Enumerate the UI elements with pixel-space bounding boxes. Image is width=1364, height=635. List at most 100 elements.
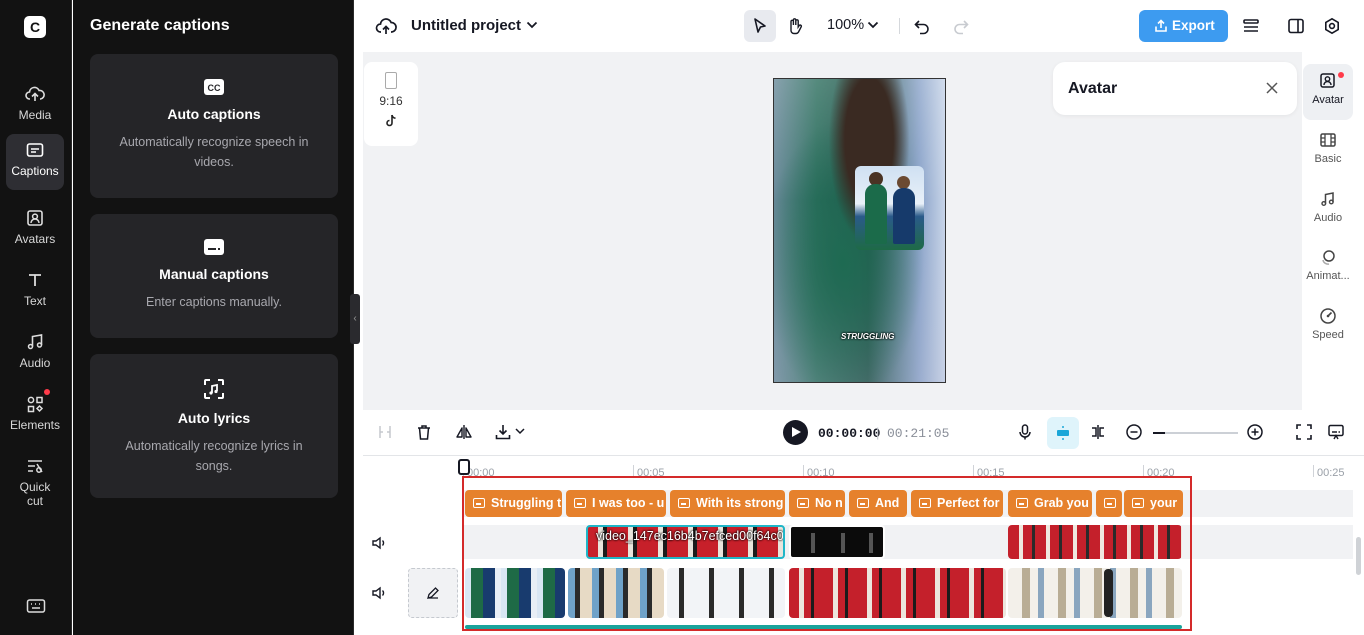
timeline-scrollbar[interactable] [1356, 537, 1361, 575]
timeline-toolbar: 00:00:00 | 00:21:05 [363, 410, 1364, 456]
split-clip-icon[interactable] [1089, 423, 1107, 441]
card-description: Automatically recognize speech in videos… [119, 135, 309, 169]
avatar-panel: Avatar [1053, 62, 1297, 115]
split-disabled-icon[interactable] [376, 423, 394, 441]
hand-icon [779, 17, 811, 35]
caption-preview-icon[interactable] [1327, 423, 1345, 441]
play-button[interactable] [783, 420, 808, 445]
keyboard-icon[interactable] [26, 598, 46, 614]
microphone-icon[interactable] [1016, 423, 1034, 441]
divider [899, 18, 900, 34]
tool-audio[interactable]: Audio [1303, 182, 1353, 238]
redo-button[interactable] [945, 10, 977, 42]
aspect-ratio-label: 9:16 [379, 94, 403, 108]
avatar-add-icon [1303, 72, 1353, 90]
cloud-upload-icon [6, 84, 64, 104]
layers-icon [1235, 17, 1267, 35]
phone-icon [385, 72, 397, 89]
manual-captions-card[interactable]: Manual captions Enter captions manually. [90, 214, 338, 338]
captions-icon [6, 140, 64, 160]
tool-speed[interactable]: Speed [1303, 299, 1353, 355]
person-body [865, 184, 887, 244]
app-logo[interactable]: C [24, 16, 46, 38]
card-title: Manual captions [159, 266, 269, 282]
app-root: C Media Captions Avatars Text Audio Elem… [0, 0, 1364, 635]
magnet-icon [1054, 424, 1072, 442]
left-rail: C Media Captions Avatars Text Audio Elem… [0, 0, 72, 635]
download-icon[interactable] [494, 423, 512, 441]
chevron-down-icon[interactable] [515, 428, 525, 435]
video-frame-image[interactable] [855, 166, 924, 250]
rail-item-text[interactable]: Text [6, 264, 64, 320]
flip-icon[interactable] [455, 423, 473, 441]
timeline[interactable]: 00:00 00:05 00:10 00:15 00:20 00:25 Stru… [363, 457, 1364, 635]
fullscreen-icon[interactable] [1295, 423, 1313, 441]
cloud-save-icon[interactable] [375, 16, 397, 36]
settings-button[interactable] [1316, 10, 1348, 42]
tool-avatar[interactable]: Avatar [1303, 64, 1353, 120]
selection-highlight [462, 476, 1192, 631]
tool-animation[interactable]: Animat... [1303, 240, 1353, 296]
zoom-out-icon[interactable] [1125, 423, 1143, 441]
close-icon[interactable] [1265, 81, 1279, 95]
layers-button[interactable] [1235, 10, 1267, 42]
rail-item-captions[interactable]: Captions [6, 134, 64, 190]
timeline-zoom-slider[interactable] [1153, 432, 1238, 434]
quick-cut-icon [6, 456, 64, 476]
zoom-in-icon[interactable] [1246, 423, 1264, 441]
preview-stage: 9:16 STRUGGLING Avatar [363, 52, 1302, 410]
tool-label: Basic [1314, 153, 1342, 165]
person-body [893, 188, 915, 244]
auto-captions-card[interactable]: CC Auto captions Automatically recognize… [90, 54, 338, 198]
notification-dot [44, 389, 50, 395]
music-note-icon [1303, 190, 1353, 208]
pencil-icon [409, 586, 457, 600]
export-label: Export [1172, 18, 1215, 33]
export-button[interactable]: Export [1139, 10, 1228, 42]
rail-label: Avatars [14, 232, 56, 246]
rail-label: Quick cut [19, 480, 51, 508]
hand-tool-button[interactable] [779, 10, 811, 42]
music-note-icon [6, 332, 64, 352]
right-tool-rail: Avatar Basic Audio Animat... Speed [1302, 62, 1354, 355]
speed-icon [1303, 307, 1353, 325]
text-icon [6, 270, 64, 290]
speaker-icon[interactable] [371, 586, 387, 600]
rail-label: Elements [9, 418, 61, 432]
panel-collapse-handle[interactable]: ‹ [350, 294, 360, 344]
current-time: 00:00:00 [818, 426, 881, 441]
avatar-icon [6, 208, 64, 228]
tool-basic[interactable]: Basic [1303, 123, 1353, 179]
tiktok-icon [385, 114, 397, 127]
playhead[interactable] [458, 459, 470, 475]
captions-panel: Generate captions CC Auto captions Autom… [73, 0, 354, 635]
trash-icon[interactable] [415, 423, 433, 441]
edit-cover-button[interactable] [408, 568, 458, 618]
card-title: Auto lyrics [177, 410, 251, 426]
project-title[interactable]: Untitled project [411, 17, 521, 34]
rail-label: Text [23, 294, 46, 308]
rail-label: Audio [19, 356, 51, 370]
zoom-level[interactable]: 100% [827, 17, 864, 33]
select-tool-button[interactable] [744, 10, 776, 42]
card-title: Auto captions [167, 106, 261, 122]
rail-item-elements[interactable]: Elements [6, 388, 64, 444]
aspect-ratio-card[interactable]: 9:16 [364, 62, 418, 146]
rail-item-media[interactable]: Media [6, 78, 64, 134]
chevron-down-icon[interactable] [526, 21, 538, 29]
rail-item-avatars[interactable]: Avatars [6, 202, 64, 258]
auto-snap-button[interactable] [1047, 417, 1079, 449]
undo-button[interactable] [906, 10, 938, 42]
rail-item-audio[interactable]: Audio [6, 326, 64, 382]
video-canvas[interactable]: STRUGGLING [773, 78, 946, 383]
caption-overlay-text[interactable]: STRUGGLING [841, 332, 894, 341]
undo-icon [906, 17, 938, 35]
notification-dot [1338, 72, 1344, 78]
layout-toggle-button[interactable] [1280, 10, 1312, 42]
rail-item-quick-cut[interactable]: Quick cut [6, 450, 64, 510]
zoom-chevron-icon[interactable] [867, 21, 879, 29]
auto-lyrics-card[interactable]: Auto lyrics Automatically recognize lyri… [90, 354, 338, 498]
card-description: Automatically recognize lyrics in songs. [125, 439, 303, 473]
speaker-icon[interactable] [371, 536, 387, 550]
avatar-panel-title: Avatar [1068, 80, 1118, 97]
